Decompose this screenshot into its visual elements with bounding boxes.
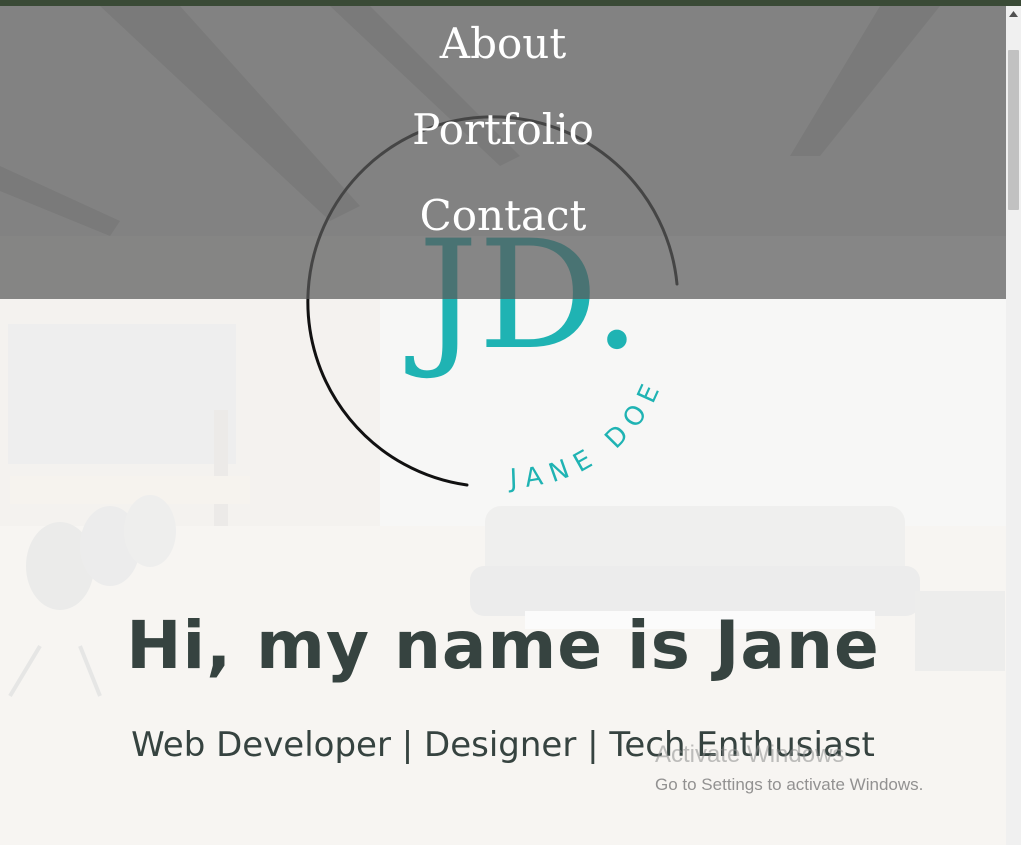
- nav-item-contact[interactable]: Contact: [0, 191, 1006, 241]
- activate-windows-title: Activate Windows: [655, 741, 845, 768]
- page-viewport: JD. JANE DOE About Portfolio Contact Hi,…: [0, 6, 1006, 845]
- nav-item-portfolio[interactable]: Portfolio: [0, 105, 1006, 155]
- vertical-scrollbar[interactable]: [1006, 6, 1021, 845]
- logo-name: JANE DOE: [507, 372, 661, 494]
- hero-subtitle: Web Developer | Designer | Tech Enthusia…: [131, 725, 875, 765]
- activate-windows-subtitle: Go to Settings to activate Windows.: [655, 775, 924, 794]
- svg-text:JANE DOE: JANE DOE: [507, 372, 670, 494]
- hero-title: Hi, my name is Jane: [126, 607, 880, 684]
- nav-item-about[interactable]: About: [0, 19, 1006, 69]
- nav-menu: About Portfolio Contact: [0, 6, 1006, 299]
- scrollbar-thumb[interactable]: [1008, 50, 1019, 210]
- triangle-up-icon[interactable]: [1006, 6, 1021, 23]
